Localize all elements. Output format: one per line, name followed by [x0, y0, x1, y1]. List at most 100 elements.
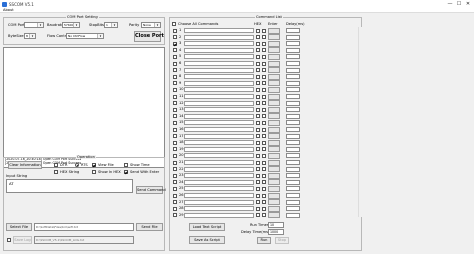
command-text-field[interactable]	[184, 127, 254, 132]
load-text-script-button[interactable]: Load Text Script	[189, 223, 225, 231]
command-select-checkbox[interactable]	[173, 114, 177, 119]
send-with-enter-checkbox[interactable]	[124, 170, 128, 174]
command-hex-checkbox[interactable]	[256, 28, 260, 33]
command-delay-field[interactable]	[286, 74, 300, 80]
command-hex-checkbox[interactable]	[256, 35, 260, 40]
command-hex-checkbox[interactable]	[256, 54, 260, 59]
command-text-field[interactable]	[184, 186, 254, 192]
delay-time-field[interactable]: 1000	[268, 229, 284, 235]
command-enter-checkbox[interactable]	[262, 61, 266, 66]
command-delay-field[interactable]	[286, 54, 300, 60]
command-select-checkbox[interactable]	[173, 173, 177, 178]
command-send-button[interactable]	[268, 34, 280, 41]
command-enter-checkbox[interactable]	[262, 127, 266, 132]
command-select-checkbox[interactable]	[173, 54, 177, 59]
command-send-button[interactable]	[268, 86, 280, 93]
command-delay-field[interactable]	[286, 120, 300, 126]
command-enter-checkbox[interactable]	[262, 134, 266, 139]
command-hex-checkbox[interactable]	[256, 193, 260, 198]
command-text-field[interactable]	[184, 74, 254, 80]
command-text-field[interactable]	[184, 34, 254, 40]
command-send-button[interactable]	[268, 166, 280, 173]
command-delay-field[interactable]	[286, 193, 300, 198]
command-send-button[interactable]	[268, 100, 280, 107]
command-select-checkbox[interactable]	[173, 180, 177, 185]
command-send-button[interactable]	[268, 113, 280, 120]
command-select-checkbox[interactable]	[173, 140, 177, 145]
command-enter-checkbox[interactable]	[262, 147, 266, 152]
command-delay-field[interactable]	[286, 113, 300, 119]
command-select-checkbox[interactable]	[173, 107, 177, 112]
command-enter-checkbox[interactable]	[262, 193, 266, 198]
command-hex-checkbox[interactable]	[256, 94, 260, 99]
command-text-field[interactable]	[184, 153, 254, 159]
command-text-field[interactable]	[184, 173, 254, 179]
command-enter-checkbox[interactable]	[262, 94, 266, 99]
command-text-field[interactable]	[184, 94, 254, 99]
command-select-checkbox[interactable]	[173, 213, 177, 218]
command-send-button[interactable]	[268, 40, 280, 47]
command-select-checkbox[interactable]	[173, 167, 177, 172]
command-delay-field[interactable]	[286, 127, 300, 132]
command-delay-field[interactable]	[286, 47, 300, 53]
command-text-field[interactable]	[184, 193, 254, 198]
command-send-button[interactable]	[268, 179, 280, 186]
command-select-checkbox[interactable]	[173, 186, 177, 191]
command-hex-checkbox[interactable]	[256, 101, 260, 106]
command-enter-checkbox[interactable]	[262, 54, 266, 59]
command-text-field[interactable]	[184, 80, 254, 86]
command-text-field[interactable]	[184, 133, 254, 139]
show-in-hex-checkbox[interactable]	[92, 170, 96, 174]
send-command-button[interactable]: Send Command	[136, 186, 166, 194]
command-text-field[interactable]	[184, 146, 254, 152]
command-delay-field[interactable]	[286, 41, 300, 47]
view-file-checkbox[interactable]	[92, 163, 96, 167]
send-file-button[interactable]: Send File	[136, 223, 163, 231]
command-text-field[interactable]	[184, 54, 254, 60]
command-hex-checkbox[interactable]	[256, 74, 260, 79]
command-hex-checkbox[interactable]	[256, 213, 260, 218]
command-enter-checkbox[interactable]	[262, 153, 266, 158]
command-select-checkbox[interactable]	[173, 193, 177, 198]
command-enter-checkbox[interactable]	[262, 87, 266, 92]
command-delay-field[interactable]	[286, 186, 300, 192]
command-select-checkbox[interactable]	[173, 127, 177, 132]
command-delay-field[interactable]	[286, 80, 300, 86]
command-hex-checkbox[interactable]	[256, 153, 260, 158]
command-text-field[interactable]	[184, 113, 254, 119]
command-select-checkbox[interactable]	[173, 160, 177, 165]
command-list-scrollbar[interactable]	[358, 27, 363, 217]
menu-about[interactable]: About	[3, 8, 14, 13]
command-send-button[interactable]	[268, 53, 280, 60]
command-enter-checkbox[interactable]	[262, 206, 266, 211]
command-enter-checkbox[interactable]	[262, 35, 266, 40]
command-send-button[interactable]	[268, 106, 280, 113]
command-hex-checkbox[interactable]	[256, 160, 260, 165]
command-enter-checkbox[interactable]	[262, 167, 266, 172]
command-select-checkbox[interactable]	[173, 200, 177, 205]
select-file-button[interactable]: Select File	[6, 223, 32, 231]
command-send-button[interactable]	[268, 205, 280, 212]
run-times-field[interactable]: 10	[268, 222, 284, 228]
command-enter-checkbox[interactable]	[262, 81, 266, 86]
file-path-field[interactable]: D:\SoftData\Files\bin\wifi.txt	[34, 223, 134, 231]
command-select-checkbox[interactable]	[173, 206, 177, 211]
command-hex-checkbox[interactable]	[256, 173, 260, 178]
stopbits-select[interactable]: 1 ▾	[104, 22, 118, 28]
command-text-field[interactable]	[184, 120, 254, 126]
command-send-button[interactable]	[268, 60, 280, 67]
command-text-field[interactable]	[184, 47, 254, 53]
command-select-checkbox[interactable]	[173, 87, 177, 92]
flow-control-select[interactable]: No CtrlFlow ▾	[66, 33, 104, 39]
hex-string-checkbox[interactable]	[54, 170, 58, 174]
command-send-button[interactable]	[268, 80, 280, 87]
command-send-button[interactable]	[268, 133, 280, 140]
command-send-button[interactable]	[268, 126, 280, 133]
command-select-checkbox[interactable]	[173, 94, 177, 99]
command-text-field[interactable]	[184, 140, 254, 146]
com-port-select[interactable]: ▾	[24, 22, 44, 28]
command-hex-checkbox[interactable]	[256, 61, 260, 66]
command-hex-checkbox[interactable]	[256, 186, 260, 191]
command-hex-checkbox[interactable]	[256, 167, 260, 172]
command-send-button[interactable]	[268, 192, 280, 199]
